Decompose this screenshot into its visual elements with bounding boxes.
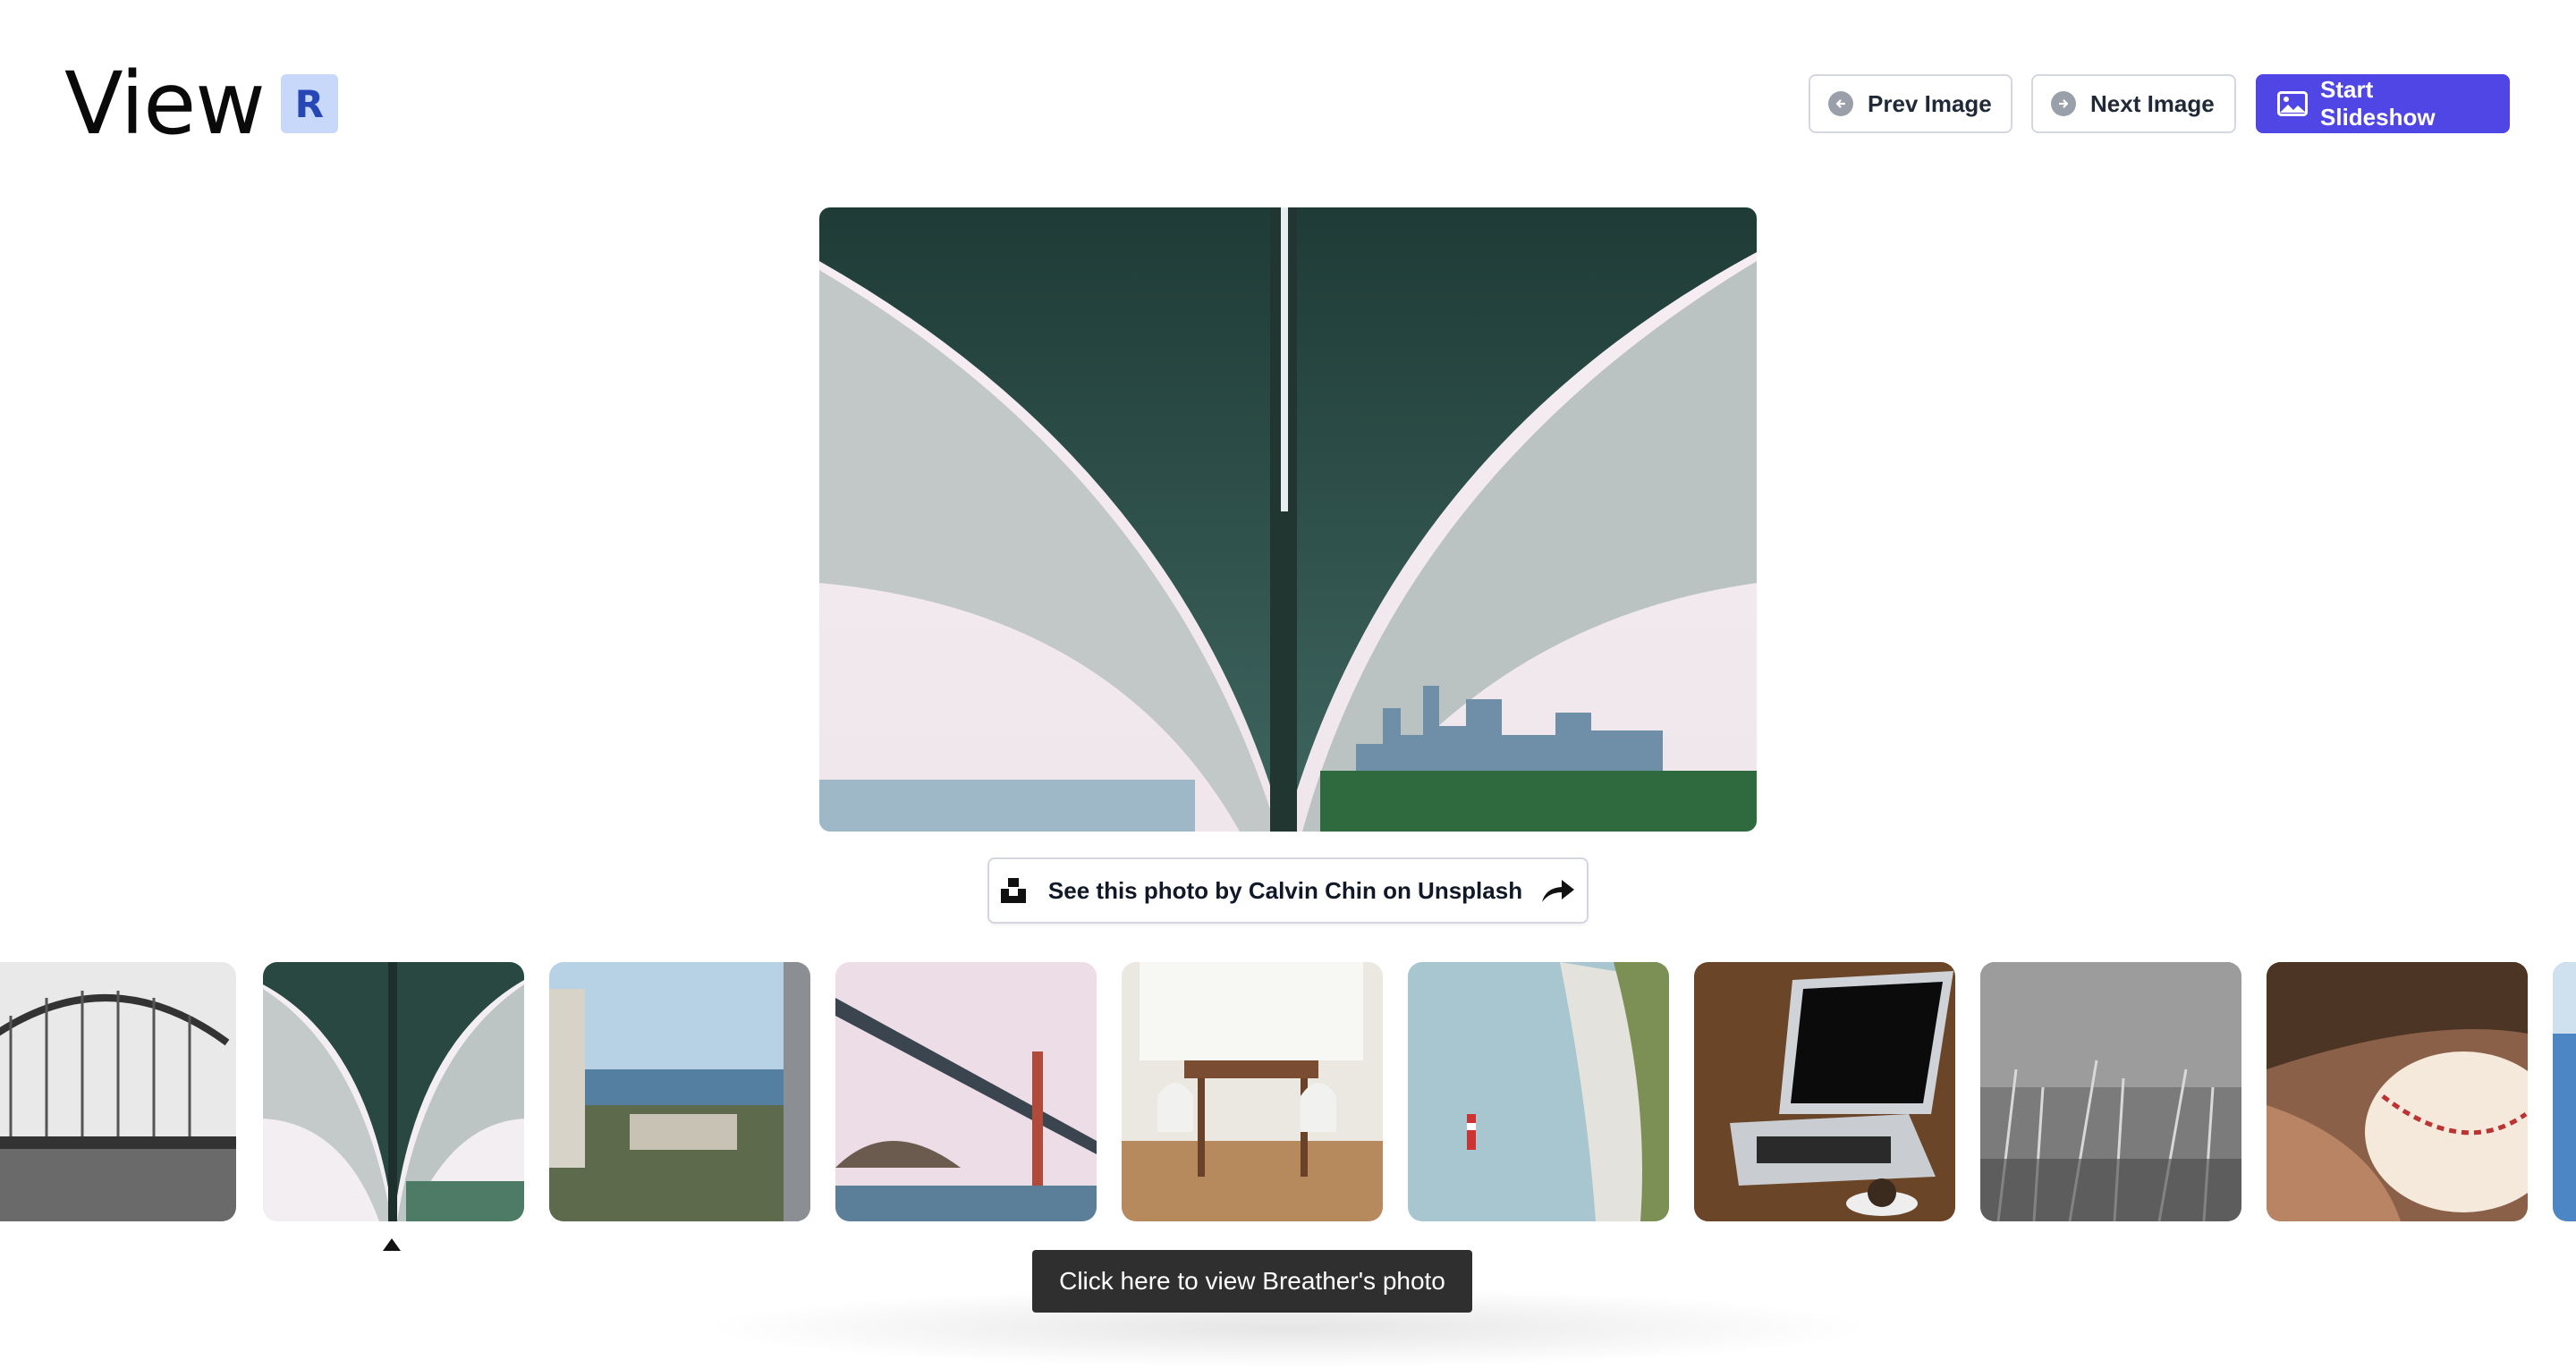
share-arrow-icon <box>1540 877 1576 904</box>
thumbnail-3[interactable] <box>549 962 810 1221</box>
start-slideshow-label: Start Slideshow <box>2320 76 2436 131</box>
logo-text: View <box>64 54 266 154</box>
main-photo[interactable] <box>819 207 1757 832</box>
prev-image-button[interactable]: Prev Image <box>1809 74 2012 133</box>
thumbnail-10[interactable] <box>2553 962 2576 1221</box>
next-image-label: Next Image <box>2090 89 2215 117</box>
thumbnail-8[interactable] <box>1980 962 2241 1221</box>
image-icon <box>2277 91 2308 116</box>
thumbnail-7[interactable] <box>1694 962 1955 1221</box>
start-slideshow-button[interactable]: Start Slideshow <box>2256 74 2510 133</box>
thumbnail-9[interactable] <box>2267 962 2528 1221</box>
arrow-right-circle-icon <box>2051 91 2076 116</box>
logo-badge: R <box>280 74 338 133</box>
thumbnail-4[interactable] <box>835 962 1097 1221</box>
arrow-left-circle-icon <box>1828 91 1853 116</box>
unsplash-credit-button[interactable]: See this photo by Calvin Chin on Unsplas… <box>987 857 1589 924</box>
unsplash-icon <box>1000 877 1027 904</box>
selected-thumbnail-caret-icon <box>383 1238 401 1255</box>
logo[interactable]: View R <box>64 52 338 156</box>
header: View R Prev Image Next Image Start Slide… <box>0 0 2576 179</box>
thumbnail-2[interactable] <box>263 962 524 1221</box>
credit-label: See this photo by Calvin Chin on Unsplas… <box>1047 876 1523 904</box>
next-image-button[interactable]: Next Image <box>2031 74 2236 133</box>
tooltip: Click here to view Breather's photo <box>1032 1250 1472 1313</box>
thumbnail-1[interactable] <box>0 962 236 1221</box>
thumbnail-5[interactable] <box>1122 962 1383 1221</box>
prev-image-label: Prev Image <box>1868 89 1992 117</box>
thumbnail-6[interactable] <box>1408 962 1669 1221</box>
